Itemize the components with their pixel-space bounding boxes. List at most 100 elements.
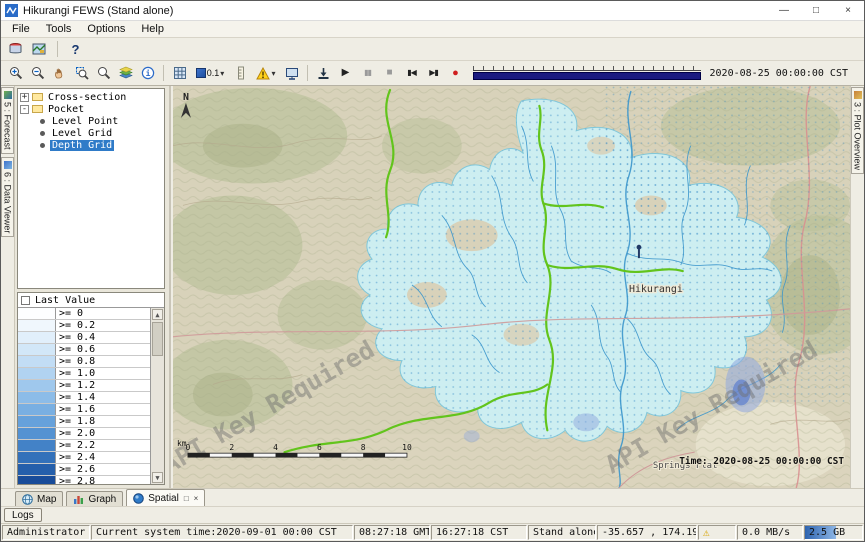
last-value-checkbox[interactable] [21,296,30,305]
title-bar: Hikurangi FEWS (Stand alone) — □ × [1,1,864,21]
svg-text:0: 0 [186,443,191,452]
layers-icon[interactable] [115,63,136,83]
legend-row: >= 2.6 [18,464,150,476]
legend-scrollbar[interactable]: ▲ ▼ [151,308,164,484]
tree-item-label[interactable]: Level Grid [50,128,114,139]
data-viewer-tab-icon [4,161,12,169]
pan-hand-icon[interactable] [49,63,70,83]
collapse-icon[interactable]: - [20,105,29,114]
map-time-label: Time: 2020-08-25 00:00:00 CST [679,456,844,467]
tree-item-depth-grid[interactable]: Depth Grid [38,139,164,151]
sidebar-tab-plot-overview[interactable]: 3 : Plot Overview [851,87,864,174]
grid-display-icon[interactable] [169,63,190,83]
play-button[interactable]: ▶ [335,63,356,83]
menu-file[interactable]: File [4,22,38,36]
legend-row-label: >= 0 [56,308,86,319]
legend-row-label: >= 0.2 [56,320,98,331]
tree-item-level-grid[interactable]: Level Grid [38,127,164,139]
class-breaks-dropdown[interactable]: 0.1 ▾ [191,63,229,83]
tab-float-icon[interactable]: □ [184,494,189,503]
spatial-icon [133,493,144,504]
zoom-box-icon[interactable] [71,63,92,83]
time-slider-bar[interactable] [473,72,701,80]
legend-row-label: >= 1.8 [56,416,98,427]
menu-help[interactable]: Help [133,22,172,36]
status-bar: Administrator Current system time:2020-0… [1,523,864,541]
legend-color-swatch [18,476,56,484]
status-mode: Stand alone [528,525,596,540]
sidebar-tab-forecast[interactable]: 5 : Forecast [1,87,14,154]
tree-item-cross-section[interactable]: + Cross-section [18,91,164,103]
scroll-down-icon[interactable]: ▼ [152,472,163,483]
class-breaks-value: 0.1 [207,68,220,78]
maximize-button[interactable]: □ [800,1,832,20]
status-warning-cell[interactable]: ⚠ [698,525,736,540]
tab-map[interactable]: Map [15,491,63,506]
last-frame-button[interactable]: ▶▮ [423,63,444,83]
time-slider-ticks [473,66,701,71]
layer-bullet-icon [40,143,45,148]
expand-icon[interactable]: + [20,93,29,102]
map-canvas[interactable]: Hikurangi Springs Flat API Key Required … [173,86,850,488]
close-button[interactable]: × [832,1,864,20]
map-display-icon[interactable] [29,39,50,59]
current-time-label: 2020-08-25 00:00:00 CST [710,68,848,79]
info-icon[interactable]: i [137,63,158,83]
app-logo-icon [5,4,18,17]
legend-row: >= 0 [18,308,150,320]
legend-row-label: >= 1.4 [56,392,98,403]
app-window: Hikurangi FEWS (Stand alone) — □ × File … [0,0,865,542]
scroll-thumb[interactable] [152,322,163,356]
tree-item-label[interactable]: Cross-section [46,92,128,103]
tree-item-label[interactable]: Level Point [50,116,120,127]
status-memory: 2.5 GB [804,525,863,540]
zoom-out-icon[interactable] [27,63,48,83]
legend-color-swatch [18,452,56,463]
database-icon[interactable] [5,39,26,59]
svg-text:4: 4 [273,443,278,452]
menu-options[interactable]: Options [79,22,133,36]
map-toolbar: i 0.1 ▾ ▾ ▶ ▮▮ ■ ▮◀ ▶▮ ● [1,61,864,86]
tree-item-pocket[interactable]: - Pocket [18,103,164,115]
tree-item-label[interactable]: Depth Grid [50,140,114,151]
chart-icon [73,494,84,505]
time-slider[interactable] [473,66,701,81]
legend-color-swatch [18,320,56,331]
window-controls: — □ × [768,1,864,20]
tree-item-label[interactable]: Pocket [46,104,86,115]
zoom-extent-icon[interactable] [93,63,114,83]
legend-row: >= 1.8 [18,416,150,428]
minimize-button[interactable]: — [768,1,800,20]
thresholds-warning-dropdown[interactable]: ▾ [252,63,280,83]
tab-graph[interactable]: Graph [66,491,123,506]
pause-button[interactable]: ▮▮ [357,63,378,83]
menu-tools[interactable]: Tools [38,22,80,36]
zoom-in-icon[interactable] [5,63,26,83]
legend-row-label: >= 2.6 [56,464,98,475]
tab-spatial[interactable]: Spatial □ × [126,489,205,506]
stop-button[interactable]: ■ [379,63,400,83]
legend-row: >= 2.4 [18,452,150,464]
logs-button[interactable]: Logs [4,508,42,522]
legend-header: Last Value [18,293,164,308]
scroll-up-icon[interactable]: ▲ [152,309,163,320]
legend-row-label: >= 0.6 [56,344,98,355]
record-button[interactable]: ● [445,63,466,83]
scale-ruler-icon[interactable] [230,63,251,83]
legend-row-label: >= 0.8 [56,356,98,367]
animation-display-icon[interactable] [281,63,302,83]
sidebar-tab-data-viewer[interactable]: 6 : Data Viewer [1,157,14,237]
first-frame-button[interactable]: ▮◀ [401,63,422,83]
tree-item-level-point[interactable]: Level Point [38,115,164,127]
legend-row-label: >= 1.2 [56,380,98,391]
legend-color-swatch [18,416,56,427]
help-button[interactable]: ? [65,39,86,59]
legend-row-label: >= 2.8 [56,476,98,484]
legend-row-label: >= 0.4 [56,332,98,343]
tab-close-icon[interactable]: × [194,494,199,503]
logs-row: Logs [1,506,864,523]
status-throughput: 0.0 MB/s [737,525,803,540]
status-system-time: Current system time:2020-09-01 00:00 CST [91,525,353,540]
save-animation-icon[interactable] [313,63,334,83]
status-user: Administrator [2,525,90,540]
